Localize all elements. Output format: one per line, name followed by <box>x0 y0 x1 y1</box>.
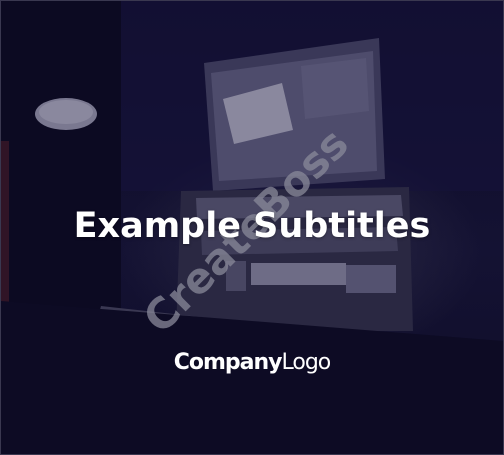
logo-bold-part: Company <box>173 350 283 375</box>
logo-light-part: Logo <box>281 350 332 375</box>
video-frame: CreateBoss Example Subtitles CompanyLogo <box>0 0 504 455</box>
company-logo: CompanyLogo <box>1 350 503 375</box>
subtitle-text: Example Subtitles <box>73 206 431 246</box>
